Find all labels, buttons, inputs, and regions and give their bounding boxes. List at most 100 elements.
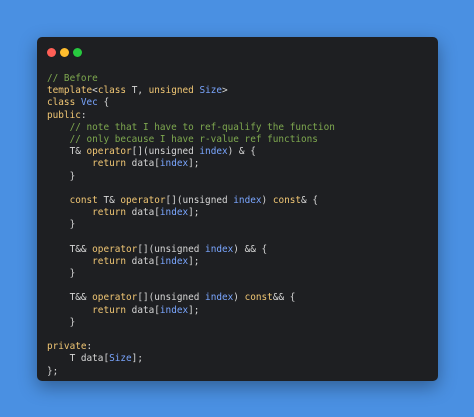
code-token-plain: T&&	[47, 292, 93, 304]
zoom-dot[interactable]	[73, 48, 82, 57]
code-token-plain: T&	[97, 194, 121, 206]
code-token-plain: }	[47, 219, 76, 231]
code-token-keyword: unsigned	[148, 85, 194, 97]
code-token-plain: ) & {	[227, 146, 256, 158]
code-token-plain: {	[97, 97, 110, 109]
code-token-plain: }	[47, 268, 76, 279]
code-line: // note that I have to ref-qualify the f…	[47, 122, 428, 134]
code-token-plain: T&&	[47, 243, 93, 255]
code-token-plain: :	[80, 109, 87, 121]
code-token-plain: )	[233, 292, 245, 304]
code-token-keyword: class	[47, 97, 76, 109]
code-token-keyword: return	[92, 207, 127, 219]
minimize-dot[interactable]	[60, 48, 69, 57]
code-line: }	[47, 317, 428, 329]
code-token-type: index	[159, 304, 189, 316]
code-token-comment: // only because I have r-value ref funct…	[69, 133, 318, 145]
code-token-plain: ];	[188, 207, 200, 219]
code-token-keyword: public	[47, 109, 81, 121]
code-token-plain: T&	[47, 146, 87, 158]
code-token-keyword: template	[47, 85, 93, 97]
code-token-type: index	[159, 255, 189, 267]
code-line: T&& operator[](unsigned index) const&& {	[47, 292, 428, 304]
code-token-type: Vec	[80, 97, 98, 109]
code-token-type: index	[205, 292, 234, 304]
code-token-keyword: const	[272, 194, 302, 206]
code-token-plain: ];	[188, 304, 200, 316]
code-token-plain: data[	[126, 207, 160, 219]
code-token-keyword: private	[47, 341, 87, 353]
code-token-plain: T,	[126, 85, 149, 97]
code-line: return data[index];	[47, 158, 428, 170]
code-token-plain: ) && {	[233, 243, 268, 255]
code-token-plain: [](unsigned	[137, 292, 206, 304]
code-token-plain: ];	[188, 158, 200, 170]
code-line: private:	[47, 341, 428, 353]
code-token-plain: data[	[126, 255, 160, 267]
code-token-keyword: class	[97, 85, 127, 97]
code-token-plain: }	[47, 170, 76, 182]
code-token-keyword: return	[92, 158, 127, 170]
code-line: };	[47, 366, 428, 378]
code-block: // Before template<class T, unsigned Size…	[47, 73, 428, 378]
code-token-keyword: operator	[92, 292, 138, 304]
code-line: // only because I have r-value ref funct…	[47, 134, 428, 146]
code-token-plain: }	[47, 316, 76, 328]
code-token-comment: // note that I have to ref-qualify the f…	[69, 121, 335, 133]
code-token-plain: >	[222, 85, 228, 97]
code-token-plain: };	[47, 365, 59, 377]
code-line: T&& operator[](unsigned index) && {	[47, 244, 428, 256]
code-token-keyword: const	[244, 292, 273, 304]
code-token-plain: & {	[301, 194, 318, 206]
code-token-type: index	[199, 146, 228, 158]
code-line: class Vec {	[47, 97, 428, 109]
code-token-keyword: operator	[86, 146, 132, 158]
code-token-plain: [](unsigned	[131, 146, 200, 158]
code-line: // Before	[47, 73, 428, 85]
code-token-keyword: const	[69, 194, 98, 206]
code-token-type: Size	[109, 353, 132, 365]
code-token-keyword: operator	[120, 194, 166, 206]
code-window: // Before template<class T, unsigned Size…	[37, 37, 438, 381]
code-token-type: index	[205, 243, 234, 255]
code-line: const T& operator[](unsigned index) cons…	[47, 195, 428, 207]
code-line: return data[index];	[47, 256, 428, 268]
code-line: return data[index];	[47, 305, 428, 317]
code-token-keyword: return	[92, 255, 127, 267]
close-dot[interactable]	[47, 48, 56, 57]
code-line: return data[index];	[47, 207, 428, 219]
code-line: T& operator[](unsigned index) & {	[47, 146, 428, 158]
code-token-plain: && {	[272, 292, 296, 304]
code-line: }	[47, 219, 428, 231]
code-token-comment: // Before	[47, 73, 98, 84]
code-token-type: index	[159, 207, 189, 219]
code-token-type: index	[159, 158, 189, 170]
code-token-plain: ];	[131, 353, 143, 365]
code-token-plain: )	[261, 194, 273, 206]
code-token-keyword: operator	[92, 243, 138, 255]
code-line: public:	[47, 110, 428, 122]
code-token-type: Size	[199, 85, 223, 97]
code-token-keyword: return	[92, 304, 127, 316]
code-line: }	[47, 268, 428, 280]
code-token-plain: data[	[126, 158, 160, 170]
code-token-plain: T data[	[47, 353, 110, 365]
code-line: }	[47, 171, 428, 183]
code-token-plain: [](unsigned	[165, 194, 234, 206]
code-line: template<class T, unsigned Size>	[47, 85, 428, 97]
code-line: T data[Size];	[47, 353, 428, 365]
code-token-plain: data[	[126, 304, 160, 316]
code-token-plain: ];	[188, 255, 200, 267]
window-titlebar	[37, 37, 438, 67]
